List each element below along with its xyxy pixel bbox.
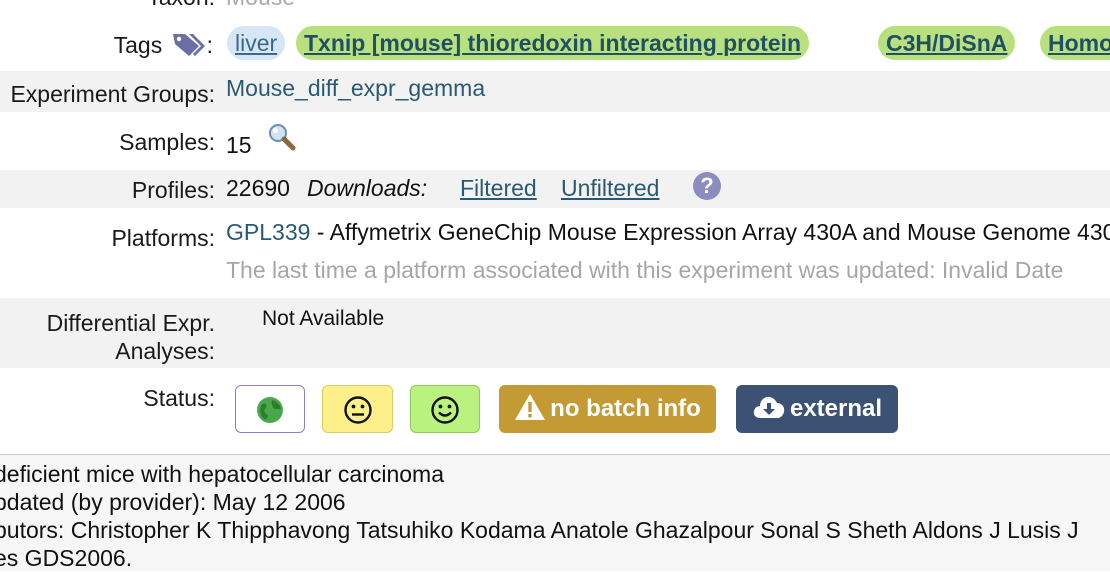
tags-row: Tags : liver Txnip [mouse] thioredoxin i… <box>0 15 1110 71</box>
differential-value: Not Available <box>262 307 385 330</box>
platform-id-link[interactable]: GPL339 <box>226 219 310 245</box>
profiles-count: 22690 <box>226 175 290 201</box>
samples-label: Samples: <box>119 129 215 155</box>
help-icon[interactable]: ? <box>693 172 721 200</box>
taxon-value: Mouse <box>226 0 295 11</box>
warning-icon <box>515 394 546 420</box>
tag-homo[interactable]: Homo <box>1040 26 1110 60</box>
tags-colon: : <box>206 32 213 58</box>
taxon-label: Taxon: <box>147 0 215 11</box>
taxon-row: Taxon: Mouse <box>0 0 1110 14</box>
neutral-face-icon <box>343 396 372 424</box>
footer-title-line: deficient mice with hepatocellular carci… <box>0 461 444 487</box>
status-row: Status: no batch info external <box>0 368 1110 454</box>
downloads-label: Downloads: <box>307 175 428 201</box>
download-unfiltered-link[interactable]: Unfiltered <box>561 175 659 202</box>
platform-line: GPL339 - Affymetrix GeneChip Mouse Expre… <box>226 219 1110 246</box>
globe-icon <box>257 397 283 423</box>
platform-updated-note: The last time a platform associated with… <box>226 257 1064 283</box>
profiles-row: Profiles: 22690 Downloads: Filtered Unfi… <box>0 170 1110 208</box>
smile-face-icon <box>431 396 459 424</box>
profiles-label: Profiles: <box>131 177 215 203</box>
tags-label-text: Tags <box>113 32 163 58</box>
external-label: external <box>789 395 883 422</box>
download-filtered-link[interactable]: Filtered <box>460 175 537 202</box>
good-quality-button[interactable] <box>410 385 480 433</box>
footer-gds-line: es GDS2006. <box>0 545 133 571</box>
platforms-label: Platforms: <box>111 225 215 251</box>
tags-label: Tags : <box>114 30 213 59</box>
differential-label-line2: Analyses: <box>115 338 215 364</box>
public-status-button[interactable] <box>235 385 305 433</box>
samples-count: 15 <box>226 132 252 158</box>
tags-icon <box>172 34 205 56</box>
external-badge[interactable]: external <box>736 385 898 433</box>
platforms-row: Platforms: GPL339 - Affymetrix GeneChip … <box>0 208 1110 298</box>
no-batch-info-badge[interactable]: no batch info <box>499 385 716 433</box>
experiment-group-link[interactable]: Mouse_diff_expr_gemma <box>226 75 485 102</box>
differential-row: Differential Expr. Analyses: Not Availab… <box>0 298 1110 368</box>
experiment-groups-row: Experiment Groups: Mouse_diff_expr_gemma <box>0 71 1110 112</box>
status-label: Status: <box>143 385 215 411</box>
experiment-groups-label: Experiment Groups: <box>10 81 215 107</box>
footer-updated-line: pdated (by provider): May 12 2006 <box>0 489 346 515</box>
differential-label-line1: Differential Expr. <box>46 310 215 336</box>
platform-description: - Affymetrix GeneChip Mouse Expression A… <box>310 219 1110 245</box>
magnifier-icon[interactable] <box>266 122 298 152</box>
tag-txnip[interactable]: Txnip [mouse] thioredoxin interacting pr… <box>296 26 810 60</box>
tag-liver[interactable]: liver <box>227 26 286 60</box>
no-batch-info-label: no batch info <box>550 395 701 422</box>
footer-contributors-line: butors: Christopher K Thipphavong Tatsuh… <box>0 517 1079 543</box>
neutral-quality-button[interactable] <box>322 385 393 433</box>
cloud-download-icon <box>753 396 785 418</box>
differential-label: Differential Expr. Analyses: <box>47 309 215 365</box>
description-footer: deficient mice with hepatocellular carci… <box>0 454 1110 571</box>
samples-row: Samples: 15 <box>0 112 1110 170</box>
tag-strain[interactable]: C3H/DiSnA <box>878 26 1016 60</box>
